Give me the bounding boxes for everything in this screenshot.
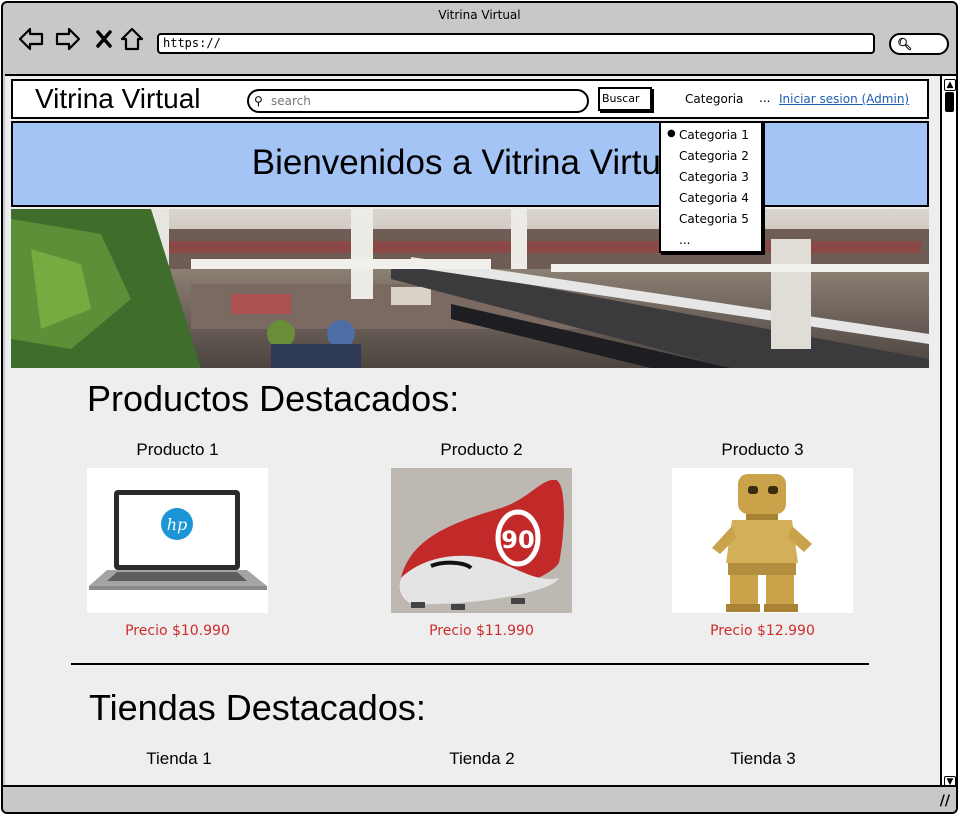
browser-search-button[interactable]: 🔍︎	[889, 33, 949, 55]
scroll-up-icon[interactable]: ▲	[944, 79, 956, 91]
product-name[interactable]: Producto 1	[87, 440, 268, 460]
vertical-scrollbar[interactable]: ▲ ▼	[942, 74, 956, 791]
search-icon: 🔍︎	[897, 37, 913, 51]
resize-grip-icon[interactable]: //	[940, 793, 950, 809]
more-menu[interactable]: ...	[759, 91, 770, 105]
store-name[interactable]: Tienda 1	[99, 749, 259, 769]
svg-text:90: 90	[501, 526, 534, 554]
site-search-input[interactable]: ⚲ search	[247, 89, 589, 113]
status-bar: //	[3, 785, 956, 812]
category-menu-item[interactable]: Categoria 4	[661, 191, 761, 212]
product-image-laptop[interactable]: hp	[87, 468, 268, 613]
category-menu-more[interactable]: ...	[661, 233, 761, 254]
page-viewport: Vitrina Virtual ⚲ search Buscar Categori…	[5, 74, 942, 789]
close-icon[interactable]	[90, 25, 118, 53]
back-icon[interactable]	[17, 25, 45, 53]
section-divider	[71, 663, 869, 665]
featured-products-heading: Productos Destacados:	[87, 378, 460, 419]
search-button[interactable]: Buscar	[598, 87, 652, 111]
site-brand[interactable]: Vitrina Virtual	[35, 83, 201, 115]
svg-text:hp: hp	[167, 515, 188, 534]
product-name[interactable]: Producto 3	[672, 440, 853, 460]
search-placeholder: search	[271, 94, 311, 108]
url-bar[interactable]: https://	[157, 33, 875, 54]
category-menu: ● Categoria 1 Categoria 2 Categoria 3 Ca…	[659, 121, 763, 253]
product-image-figure[interactable]	[672, 468, 853, 613]
browser-window: Vitrina Virtual https:// 🔍︎ Vitrina Virt…	[1, 1, 958, 814]
search-icon: ⚲	[254, 94, 263, 108]
banner-title: Bienvenidos a Vitrina Virtual	[251, 143, 689, 182]
store-name[interactable]: Tienda 2	[402, 749, 562, 769]
forward-icon[interactable]	[54, 25, 82, 53]
window-title: Vitrina Virtual	[438, 8, 521, 22]
product-price: Precio $12.990	[710, 623, 815, 639]
top-navbar: Vitrina Virtual ⚲ search Buscar Categori…	[11, 79, 929, 119]
category-menu-item[interactable]: Categoria 5	[661, 212, 761, 233]
category-menu-item[interactable]: Categoria 3	[661, 170, 761, 191]
mall-hero-image	[11, 209, 929, 368]
home-icon[interactable]	[118, 25, 146, 53]
scroll-thumb[interactable]	[945, 92, 954, 112]
product-name[interactable]: Producto 2	[391, 440, 572, 460]
featured-stores-heading: Tiendas Destacados:	[89, 687, 426, 728]
selected-bullet-icon: ●	[667, 128, 676, 139]
product-image-shoe[interactable]: 90	[391, 468, 572, 613]
category-menu-item[interactable]: Categoria 2	[661, 149, 761, 170]
welcome-banner: Bienvenidos a Vitrina Virtual	[11, 121, 929, 207]
product-price: Precio $10.990	[125, 623, 230, 639]
product-price: Precio $11.990	[429, 623, 534, 639]
admin-login-link[interactable]: Iniciar sesion (Admin)	[779, 92, 909, 106]
store-name[interactable]: Tienda 3	[683, 749, 843, 769]
category-dropdown[interactable]: Categoria	[685, 92, 743, 106]
category-menu-item[interactable]: ● Categoria 1	[661, 128, 761, 149]
